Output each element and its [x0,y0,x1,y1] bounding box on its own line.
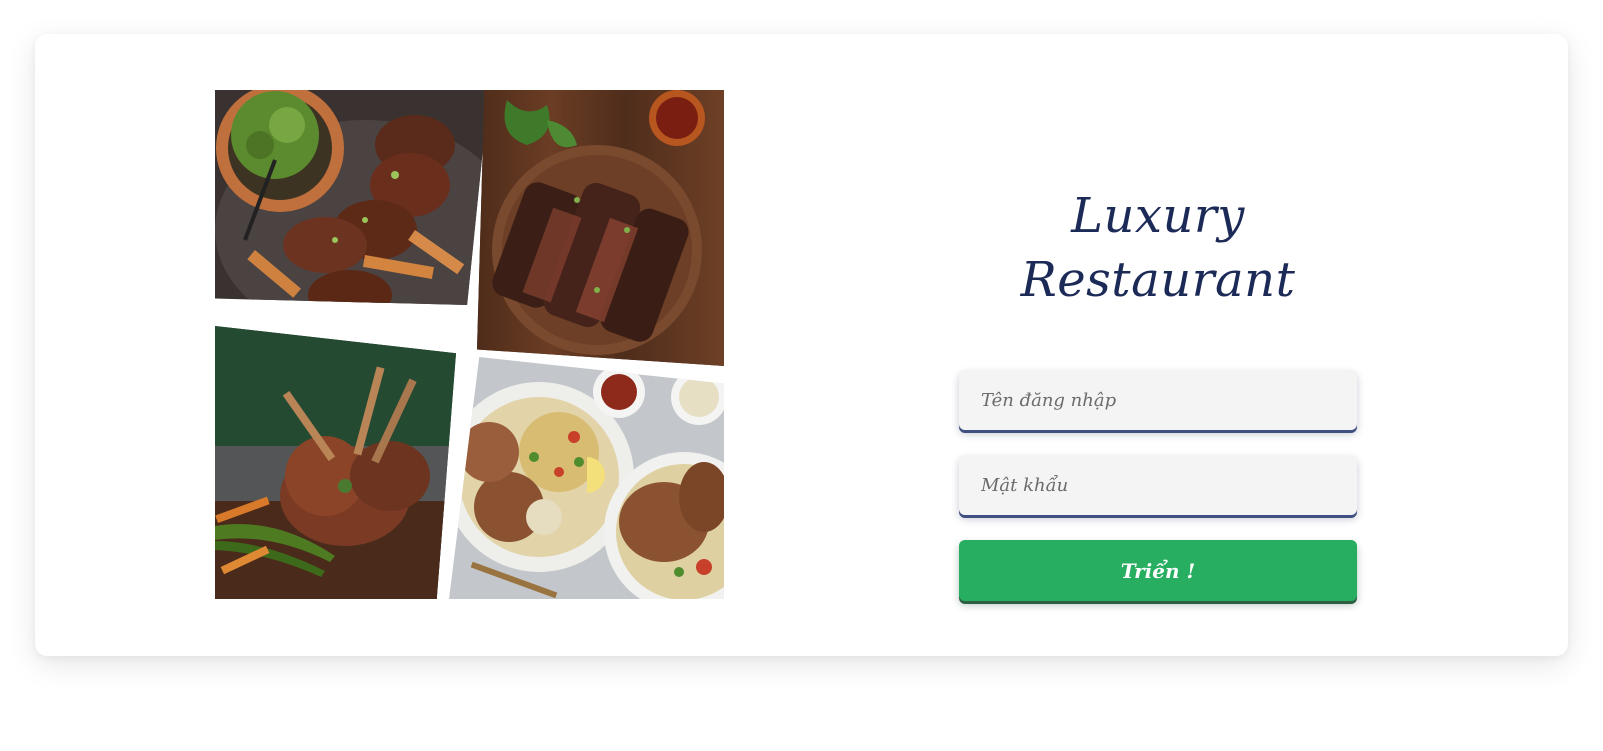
food-collage [215,90,724,599]
login-form: Luxury Restaurant Triển ! [959,184,1357,601]
login-card: Luxury Restaurant Triển ! [35,34,1568,656]
password-input[interactable] [959,455,1357,515]
username-input[interactable] [959,370,1357,430]
lamb-shanks-photo [215,90,489,305]
chicken-couscous-photo [449,357,724,599]
grilled-ribs-photo [477,90,724,366]
restaurant-title: Luxury Restaurant [1020,188,1296,308]
lamb-rack-photo [215,326,456,599]
login-button[interactable]: Triển ! [959,540,1357,601]
